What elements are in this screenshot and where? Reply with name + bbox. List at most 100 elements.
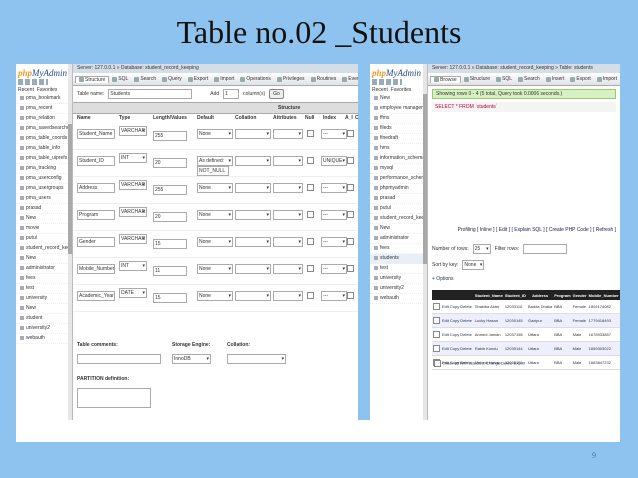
- profiling-links[interactable]: Profiling [ Inline ] [ Edit ] [ Explain …: [432, 226, 616, 235]
- storage-engine-select[interactable]: InnoDB: [172, 354, 211, 364]
- sidebar-item[interactable]: student_record_keeping: [370, 214, 427, 224]
- recent-tab[interactable]: Recent: [18, 87, 34, 93]
- field-ai-checkbox[interactable]: [347, 157, 354, 164]
- delete-selected-button[interactable]: Delete: [501, 361, 513, 366]
- field-name-input[interactable]: Gender: [77, 237, 115, 247]
- field-collation-select[interactable]: [235, 183, 271, 193]
- field-ai-checkbox[interactable]: [347, 238, 354, 245]
- field-null-checkbox[interactable]: [307, 211, 314, 218]
- sidebar-item[interactable]: hms: [370, 144, 427, 154]
- field-length-input[interactable]: 11: [153, 266, 187, 276]
- field-name-input[interactable]: Student_Name: [77, 129, 115, 139]
- sidebar-item[interactable]: university: [370, 274, 427, 284]
- sidebar-item[interactable]: pma_usergroups: [16, 184, 72, 194]
- tab-item[interactable]: Operations: [237, 76, 273, 82]
- field-index-select[interactable]: UNIQUE: [321, 156, 347, 166]
- sidebar-item[interactable]: pma_table_uiprefs: [16, 154, 72, 164]
- row-checkbox[interactable]: [433, 331, 440, 338]
- field-default-select[interactable]: None: [197, 129, 233, 139]
- field-index-select[interactable]: ---: [321, 183, 347, 193]
- tab-item[interactable]: Privileges: [274, 76, 308, 82]
- field-type-select[interactable]: VARCHAR: [119, 207, 147, 217]
- field-index-select[interactable]: ---: [321, 291, 347, 301]
- check-all-checkbox[interactable]: [434, 360, 441, 367]
- tab-item[interactable]: Insert: [543, 76, 568, 82]
- change-selected-button[interactable]: Change: [486, 361, 500, 366]
- sidebar-scrollbar[interactable]: [68, 64, 72, 440]
- sort-select[interactable]: None: [462, 260, 485, 270]
- field-length-input[interactable]: 255: [153, 185, 187, 195]
- sidebar-item[interactable]: putul: [370, 204, 427, 214]
- sidebar-scrollbar-right[interactable]: [423, 64, 427, 440]
- field-ai-checkbox[interactable]: [347, 211, 354, 218]
- sidebar-item[interactable]: New: [370, 224, 427, 234]
- delete-row-link[interactable]: Delete: [460, 304, 472, 309]
- field-null-checkbox[interactable]: [307, 292, 314, 299]
- tab-item[interactable]: Search: [515, 76, 543, 82]
- sidebar-item[interactable]: employee management system: [370, 104, 427, 114]
- sidebar-item[interactable]: student: [16, 314, 72, 324]
- field-default-select[interactable]: None: [197, 210, 233, 220]
- edit-row-link[interactable]: Edit: [442, 346, 449, 351]
- field-collation-select[interactable]: [235, 129, 271, 139]
- field-collation-select[interactable]: [235, 210, 271, 220]
- sidebar-item[interactable]: finedraft: [370, 134, 427, 144]
- collation-select[interactable]: [227, 354, 286, 364]
- sidebar-item[interactable]: students: [370, 254, 427, 264]
- tab-item[interactable]: Import: [594, 76, 620, 82]
- tab-item[interactable]: Events: [339, 76, 358, 82]
- table-name-input[interactable]: Students: [108, 89, 193, 99]
- sidebar-item[interactable]: fileds: [370, 124, 427, 134]
- column-header[interactable]: Address: [526, 290, 554, 300]
- field-ai-checkbox[interactable]: [347, 292, 354, 299]
- tab-item[interactable]: Browse: [430, 75, 461, 83]
- row-checkbox[interactable]: [433, 317, 440, 324]
- sidebar-item[interactable]: movie: [16, 224, 72, 234]
- field-name-input[interactable]: Student_ID: [77, 156, 115, 166]
- export-selected-button[interactable]: Export: [514, 361, 526, 366]
- breadcrumb-right[interactable]: Server: 127.0.0.1 » Database: student_re…: [428, 64, 620, 73]
- sidebar-item[interactable]: university2: [370, 284, 427, 294]
- sidebar-item[interactable]: test: [370, 264, 427, 274]
- sidebar-item[interactable]: pma_bookmark: [16, 94, 72, 104]
- field-attributes-select[interactable]: [273, 264, 303, 274]
- sidebar-item[interactable]: pma_table_info: [16, 144, 72, 154]
- column-header[interactable]: Student_Name: [473, 290, 504, 300]
- recent-tab[interactable]: Recent: [372, 87, 388, 93]
- tab-item[interactable]: Import: [211, 76, 237, 82]
- field-length-input[interactable]: 255: [153, 131, 187, 141]
- sidebar-item[interactable]: ffms: [370, 114, 427, 124]
- sidebar-item[interactable]: test: [16, 284, 72, 294]
- field-attributes-select[interactable]: [273, 156, 303, 166]
- breadcrumb[interactable]: Server: 127.0.0.1 » Database: student_re…: [73, 64, 358, 73]
- sidebar-item[interactable]: putul: [16, 234, 72, 244]
- sidebar-item[interactable]: New: [16, 214, 72, 224]
- delete-row-link[interactable]: Delete: [460, 346, 472, 351]
- tab-item[interactable]: Export: [567, 76, 593, 82]
- add-columns-input[interactable]: 1: [223, 89, 240, 99]
- field-type-select[interactable]: INT: [119, 261, 147, 271]
- sidebar-item[interactable]: pma_relation: [16, 114, 72, 124]
- tab-item[interactable]: Structure: [75, 75, 110, 83]
- field-null-checkbox[interactable]: [307, 130, 314, 137]
- filter-rows-input[interactable]: [523, 244, 568, 254]
- field-null-checkbox[interactable]: [307, 265, 314, 272]
- sidebar-item[interactable]: webauth: [16, 334, 72, 344]
- field-name-input[interactable]: Academic_Year: [77, 291, 115, 301]
- field-type-select[interactable]: DATE: [119, 288, 147, 298]
- sidebar-item[interactable]: pma_savedsearches: [16, 124, 72, 134]
- sidebar-item[interactable]: performance_schema: [370, 174, 427, 184]
- phpmyadmin-logo[interactable]: phpMyAdmin: [16, 64, 72, 78]
- row-checkbox[interactable]: [433, 303, 440, 310]
- sidebar-item[interactable]: pma_tracking: [16, 164, 72, 174]
- copy-row-link[interactable]: Copy: [450, 332, 459, 337]
- field-ai-checkbox[interactable]: [347, 130, 354, 137]
- sidebar-item[interactable]: New: [16, 254, 72, 264]
- field-index-select[interactable]: ---: [321, 264, 347, 274]
- field-type-select[interactable]: VARCHAR: [119, 126, 147, 136]
- column-header[interactable]: Student_ID: [503, 290, 527, 300]
- sidebar-item[interactable]: administrator: [370, 234, 427, 244]
- field-ai-checkbox[interactable]: [347, 265, 354, 272]
- field-collation-select[interactable]: [235, 156, 271, 166]
- field-index-select[interactable]: ---: [321, 237, 347, 247]
